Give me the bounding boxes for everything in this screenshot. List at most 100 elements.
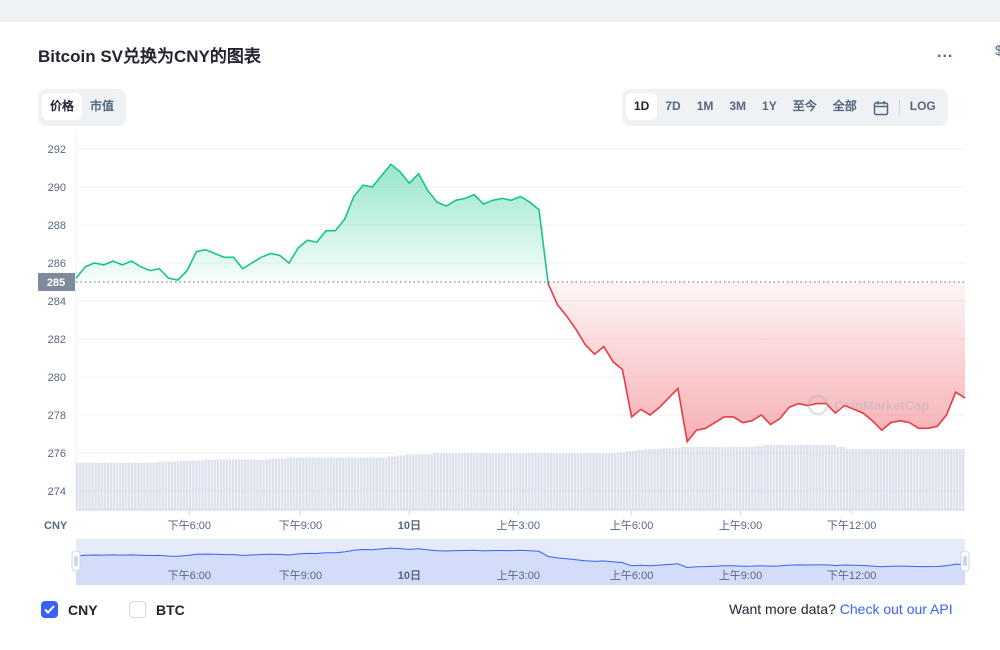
volume-bar	[818, 444, 821, 510]
volume-bar	[259, 459, 262, 510]
volume-bar	[549, 453, 552, 510]
volume-bar	[861, 449, 864, 510]
volume-bar	[130, 462, 134, 510]
volume-bar	[867, 449, 870, 510]
volume-bar	[299, 457, 302, 510]
price-area-up	[76, 164, 548, 282]
volume-bar	[152, 462, 155, 510]
volume-bar	[189, 460, 192, 510]
volume-bar	[76, 462, 79, 510]
volume-bar	[900, 449, 904, 510]
volume-bar	[467, 453, 470, 510]
volume-bar	[106, 462, 110, 510]
volume-bar	[378, 457, 381, 510]
volume-bar	[363, 457, 366, 510]
volume-bar	[109, 462, 113, 510]
volume-bar	[760, 445, 763, 510]
volume-bar	[885, 449, 889, 510]
navigator-tick-label: 上午3:00	[497, 569, 540, 582]
volume-bar	[616, 452, 620, 510]
volume-bar	[320, 457, 323, 510]
api-link[interactable]: Check out our API	[840, 601, 953, 617]
volume-bar	[903, 449, 907, 510]
volume-bar	[955, 449, 959, 510]
y-tick-label: 278	[48, 410, 66, 422]
volume-bar	[143, 462, 146, 510]
checkbox-checked-icon[interactable]	[41, 601, 58, 618]
volume-bar	[100, 462, 103, 510]
volume-bar	[690, 447, 693, 510]
volume-bar	[879, 449, 882, 510]
legend-cny[interactable]: CNY	[41, 601, 98, 618]
volume-bar	[665, 448, 669, 510]
volume-bar	[641, 450, 644, 510]
volume-bar	[231, 459, 235, 510]
volume-bar	[234, 459, 238, 510]
volume-bar	[118, 462, 122, 510]
navigator-right-handle[interactable]	[960, 550, 970, 572]
volume-bar	[628, 451, 632, 510]
volume-bar	[289, 457, 293, 510]
volume-bar	[723, 447, 727, 510]
volume-bar	[525, 453, 528, 510]
volume-bar	[693, 447, 696, 510]
volume-bar	[405, 454, 409, 510]
volume-bar	[546, 453, 549, 510]
volume-bar	[561, 453, 565, 510]
volume-bar	[751, 447, 754, 510]
volume-bar	[949, 449, 953, 510]
volume-bar	[97, 462, 100, 510]
volume-bar	[647, 449, 650, 510]
volume-bar	[451, 453, 455, 510]
volume-bar	[717, 447, 721, 510]
volume-bar	[408, 454, 412, 510]
volume-bar	[127, 462, 131, 510]
volume-bar	[595, 453, 598, 510]
volume-bar	[711, 447, 714, 510]
volume-bar	[925, 449, 928, 510]
volume-bar	[470, 453, 473, 510]
navigator-left-handle[interactable]	[71, 550, 81, 572]
volume-bar	[146, 462, 149, 510]
volume-bar	[454, 453, 458, 510]
volume-bar	[564, 453, 568, 510]
legend-btc[interactable]: BTC	[129, 601, 185, 618]
volume-bar	[766, 444, 769, 510]
volume-bar	[482, 453, 485, 510]
volume-bar	[650, 449, 653, 510]
volume-bar	[292, 457, 296, 510]
volume-bar	[399, 455, 403, 510]
volume-bar	[360, 457, 363, 510]
volume-bar	[705, 447, 708, 510]
volume-bar	[124, 462, 128, 510]
volume-bar	[888, 449, 892, 510]
volume-bar	[781, 444, 785, 510]
volume-bar	[662, 448, 666, 510]
volume-bar	[112, 462, 116, 510]
volume-bar	[784, 444, 788, 510]
checkbox-unchecked-icon[interactable]	[129, 601, 146, 618]
volume-bar	[228, 459, 232, 510]
volume-bar	[906, 449, 910, 510]
more-data-note: Want more data? Check out our API	[729, 601, 953, 617]
volume-bar	[354, 457, 357, 510]
volume-bar	[806, 444, 809, 510]
volume-bar	[439, 453, 442, 510]
price-chart[interactable]: 292 290 288 286 284 282 280 278 276 274 285 下午6:00…	[0, 0, 1000, 600]
x-tick-label: 上午9:00	[719, 519, 762, 532]
volume-bar	[961, 449, 965, 510]
volume-bar	[311, 457, 314, 510]
volume-bar	[396, 455, 400, 510]
volume-bar	[720, 447, 724, 510]
volume-bar	[170, 461, 174, 510]
volume-bar	[512, 453, 516, 510]
volume-bar	[137, 462, 140, 510]
y-tick-label: 276	[48, 448, 66, 460]
volume-bar	[754, 445, 757, 510]
volume-bar	[714, 447, 717, 510]
volume-bar	[280, 458, 284, 510]
volume-bar	[552, 453, 556, 510]
volume-bar	[295, 457, 299, 510]
volume-bar	[515, 453, 519, 510]
volume-bar	[256, 459, 259, 510]
